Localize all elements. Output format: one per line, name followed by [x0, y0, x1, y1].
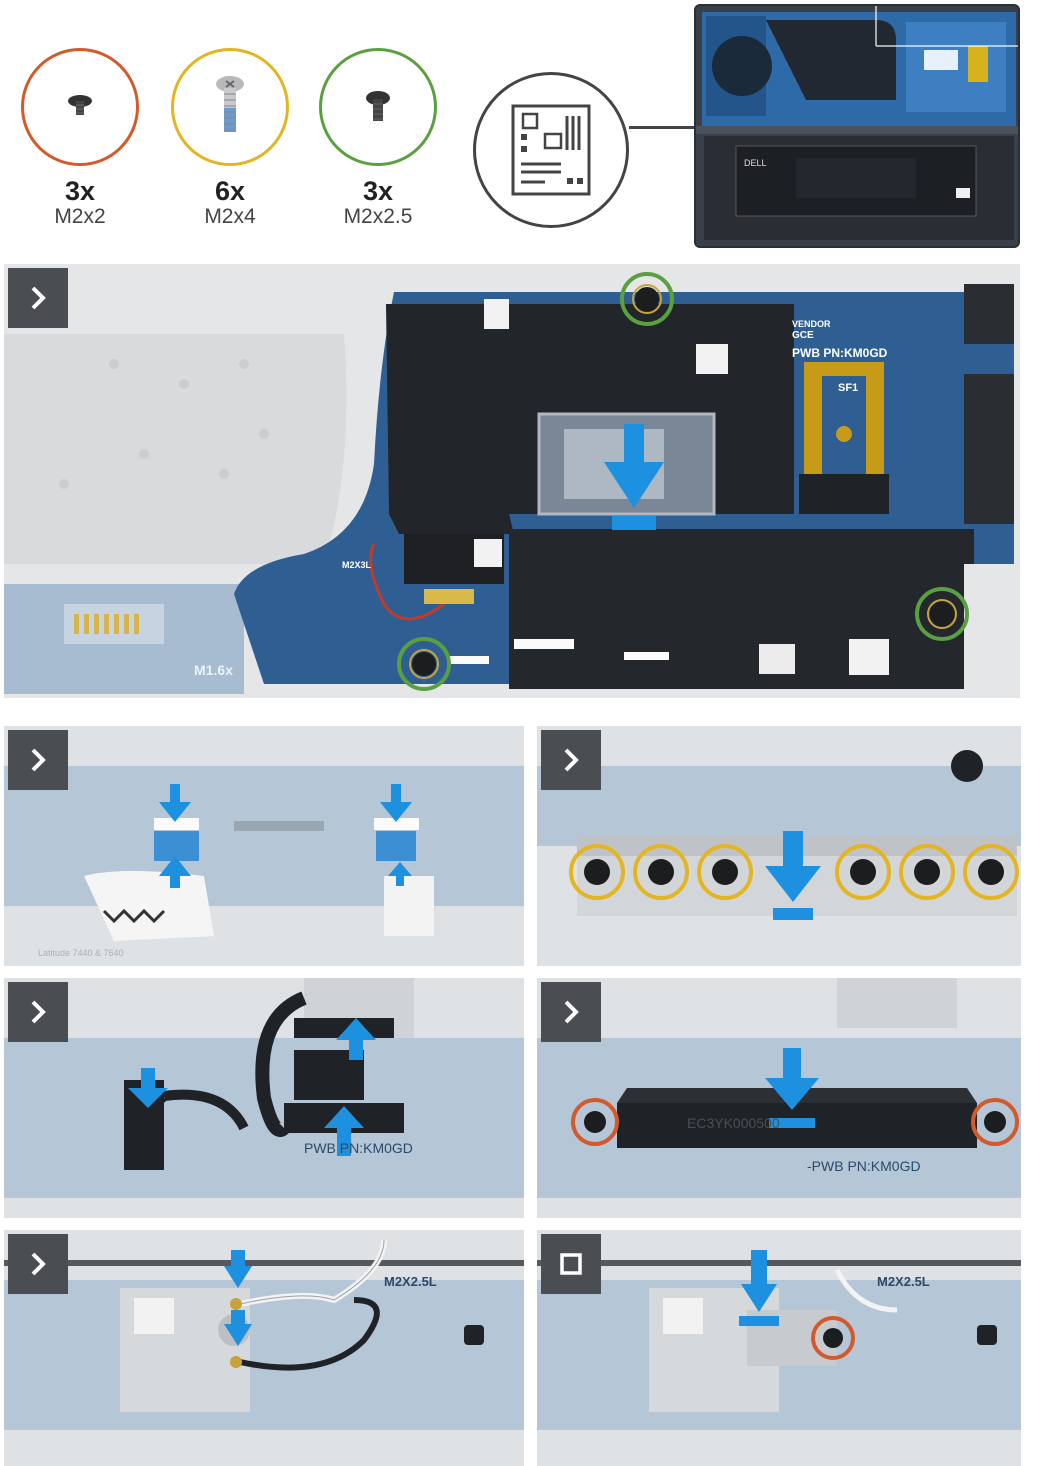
wlan-antenna-illustration	[4, 1230, 524, 1466]
pwb-label: PWB PN:KM0GD	[304, 1140, 413, 1156]
step-panel-bracket-six-screws	[537, 726, 1021, 966]
screw-icon	[366, 91, 390, 121]
chevron-right-icon	[564, 1000, 579, 1024]
step-panel-wlan-antennas: M2X2.5L	[4, 1230, 524, 1466]
system-board-illustration	[4, 264, 1020, 698]
laptop-overview-image: DELL	[694, 4, 1020, 248]
screw-m2x4-ring	[171, 48, 289, 166]
step-next-button[interactable]	[8, 982, 68, 1042]
step-panel-bracket-two-screws: EC3YK000500 -PWB PN:KM0GD	[537, 978, 1021, 1218]
sf1-label: SF1	[838, 382, 859, 394]
screw-size-label: M2X2.5L	[877, 1274, 930, 1289]
step-next-button[interactable]	[541, 730, 601, 790]
screw-size: M2x2.5	[343, 205, 413, 228]
screw-legend-item: 3x M2x2.5	[318, 48, 438, 229]
main-board-panel: M1.6x M2X3L SF1 PWB PN:KM0GD VENDOR GCE	[4, 264, 1020, 698]
vendor-label: VENDOR	[792, 319, 831, 329]
screw-quantity: 3x	[64, 176, 96, 206]
screw-icon	[68, 95, 92, 115]
screw-legend-item: 3x M2x2	[20, 48, 140, 229]
m2x3-label: M2X3L	[342, 560, 372, 570]
step-panel-disconnect-fpc: Latitude 7440 & 7640	[4, 726, 524, 966]
square-stop-icon	[560, 1253, 582, 1275]
cable-bracket-illustration	[537, 978, 1021, 1218]
screw-size: M2x4	[204, 205, 256, 228]
screw-quantity: 6x	[214, 176, 246, 206]
step-panel-wlan-bracket: M2X2.5L	[537, 1230, 1021, 1466]
step-next-button[interactable]	[8, 730, 68, 790]
model-sticker-label: Latitude 7440 & 7640	[38, 948, 124, 958]
display-cable-illustration	[4, 978, 524, 1218]
chevron-right-icon	[31, 1252, 46, 1276]
motherboard-icon	[473, 72, 629, 228]
screw-legend-item: 6x M2x4	[170, 48, 290, 229]
screw-quantity: 3x	[362, 176, 394, 206]
screw-icon	[216, 76, 244, 132]
pwb-label: PWB PN:KM0GD	[792, 346, 888, 360]
chevron-right-icon	[564, 748, 579, 772]
screw-size: M2x2	[54, 205, 106, 228]
wlan-bracket-illustration	[537, 1230, 1021, 1466]
chevron-right-icon	[31, 748, 46, 772]
bracket-part-label: EC3YK000500	[687, 1115, 780, 1131]
step-final-button[interactable]	[541, 1234, 601, 1294]
screw-size-label: M2X2.5L	[384, 1274, 437, 1289]
chevron-right-icon	[31, 1000, 46, 1024]
screw-m2x2-5-ring	[319, 48, 437, 166]
step-next-button[interactable]	[8, 268, 68, 328]
screw-m2x2-ring	[21, 48, 139, 166]
fpc-disconnect-illustration	[4, 726, 524, 966]
svg-text:DELL: DELL	[744, 158, 767, 168]
bracket-screws-illustration	[537, 726, 1021, 966]
step-panel-display-cable: PWB PN:KM0GD	[4, 978, 524, 1218]
gce-label: GCE	[792, 330, 814, 341]
step-next-button[interactable]	[8, 1234, 68, 1294]
chevron-right-icon	[31, 286, 46, 310]
m16-label: M1.6x	[194, 662, 233, 678]
screw-legend: 3x M2x2 6x M2x4 3x M2x2.5	[0, 0, 470, 250]
pwb-label: -PWB PN:KM0GD	[807, 1158, 921, 1174]
step-next-button[interactable]	[541, 982, 601, 1042]
